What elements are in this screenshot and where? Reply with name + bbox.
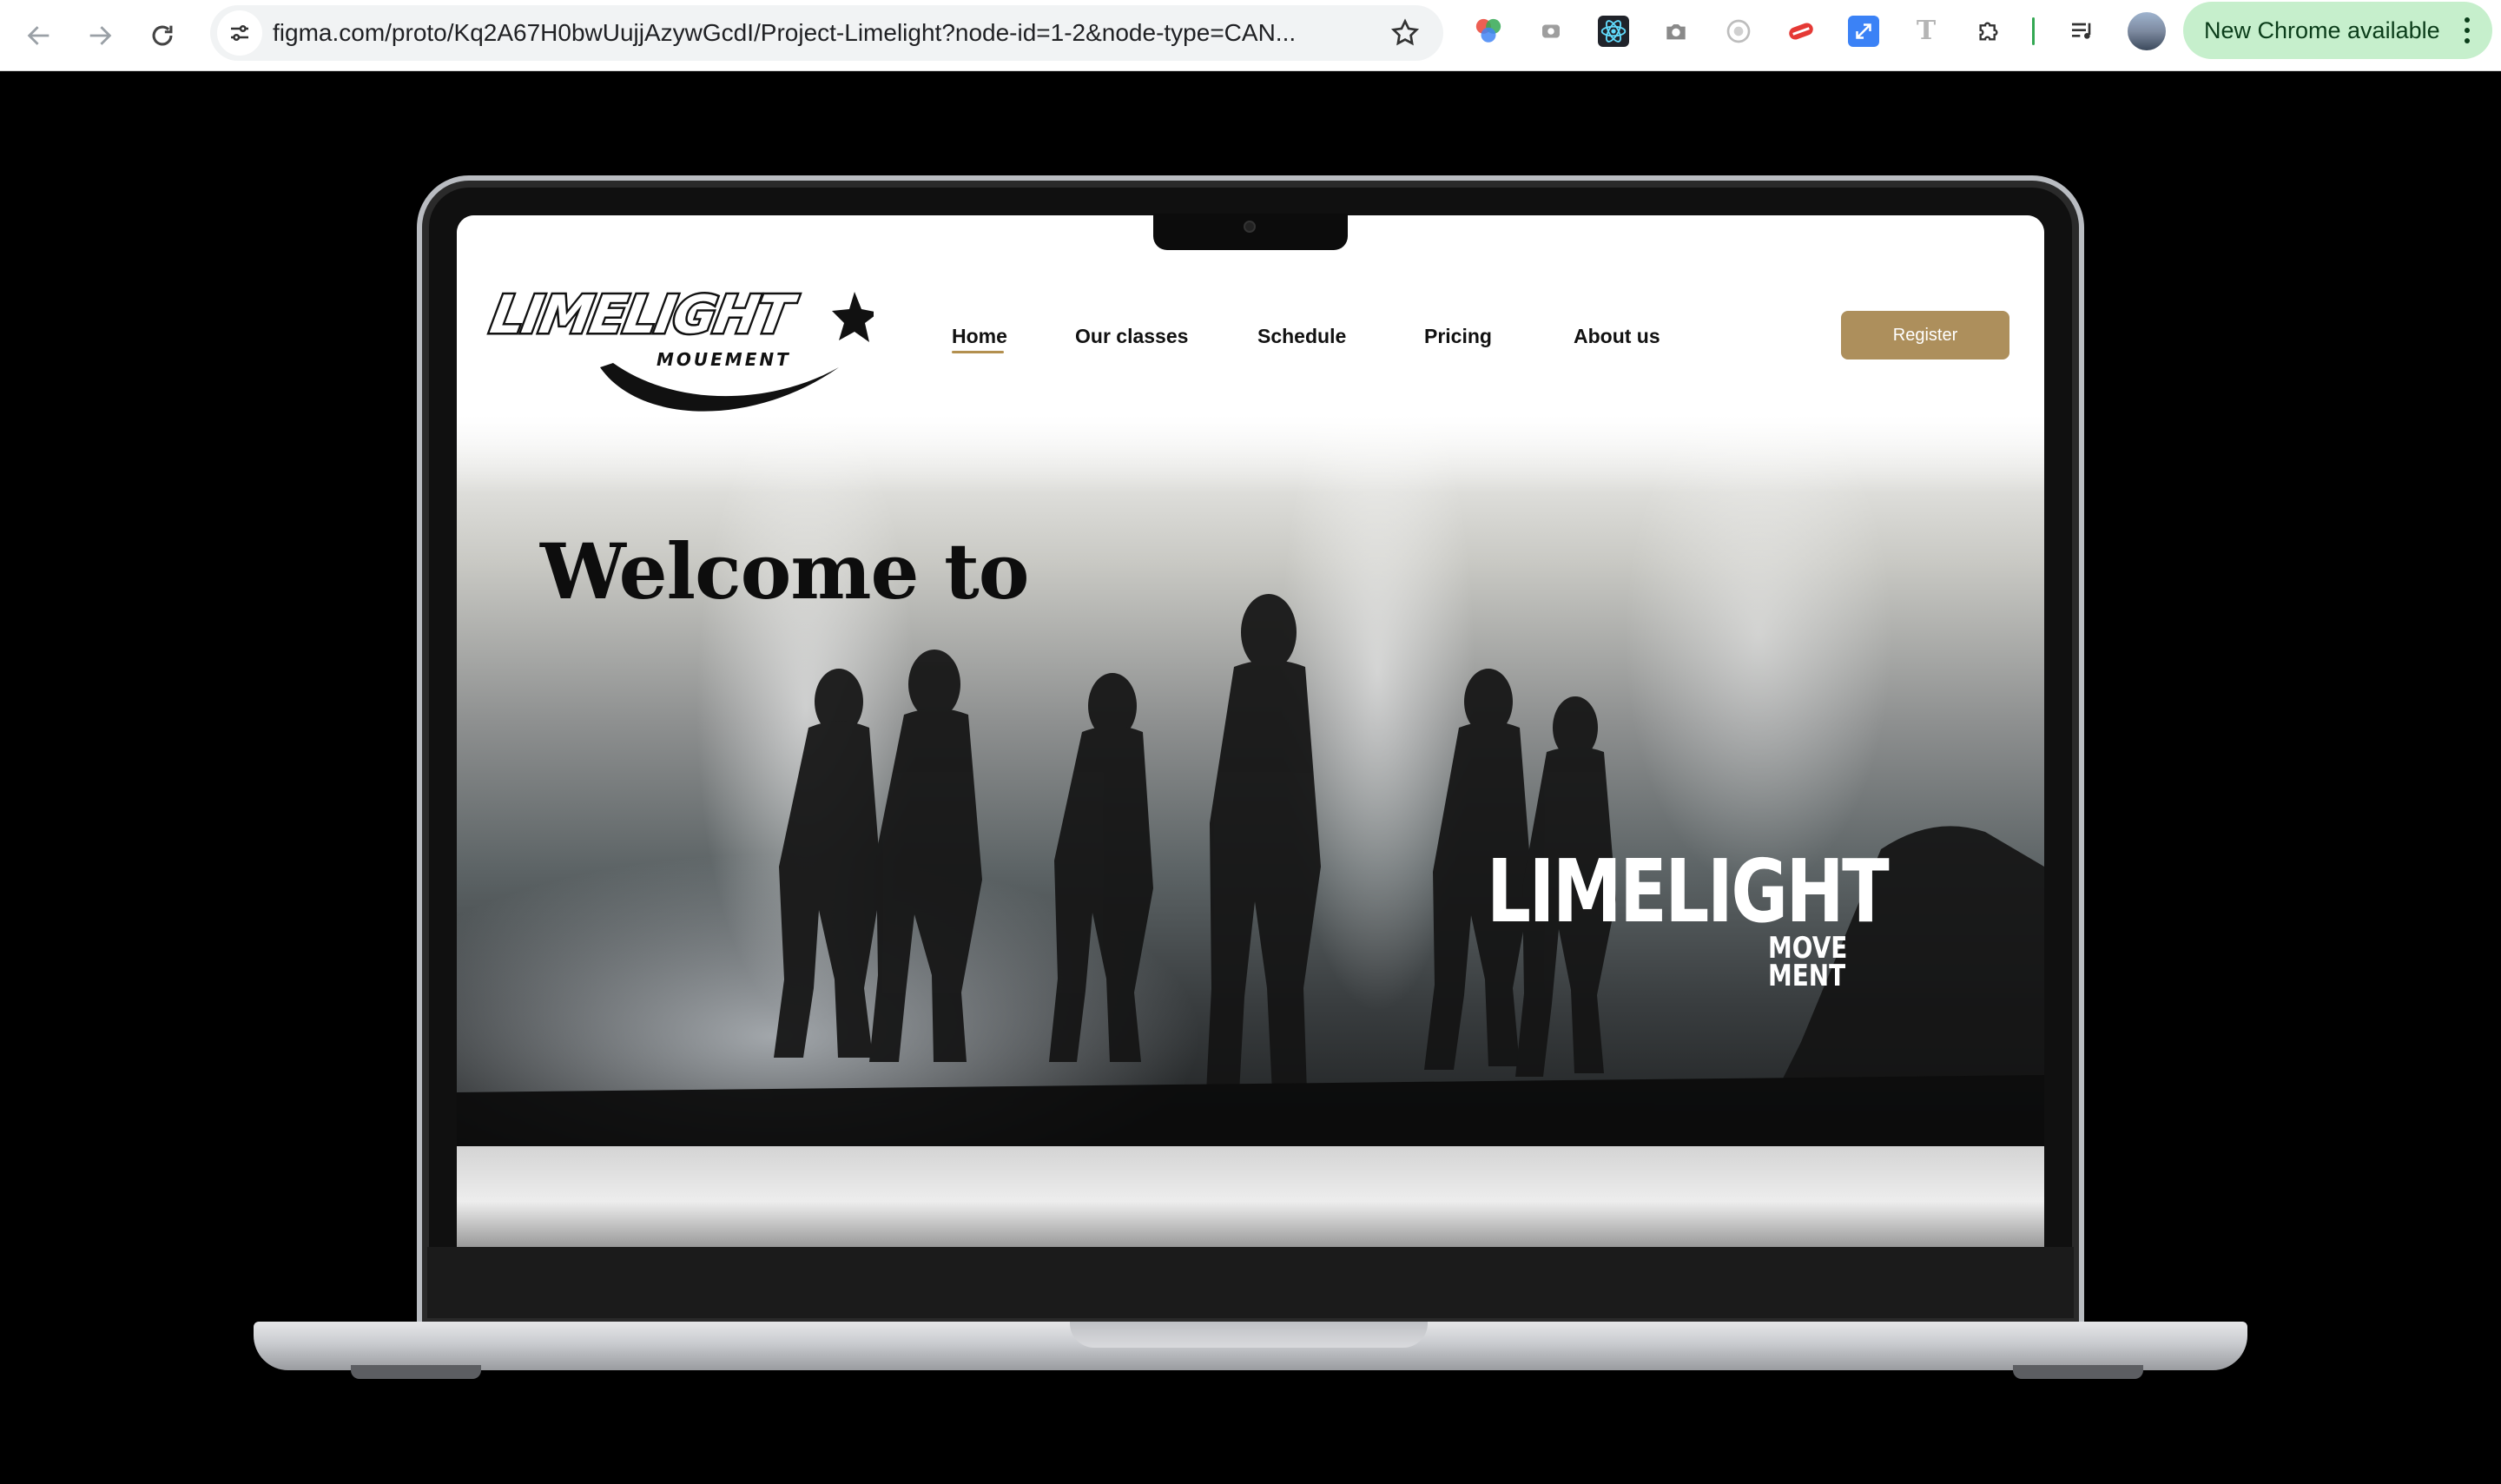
update-label: New Chrome available [2204, 17, 2440, 43]
webcam-icon [1244, 221, 1256, 233]
hero-heading: Welcome to [540, 526, 1029, 617]
toolbar-divider [2032, 17, 2035, 45]
logo-title: LIMELIGHT [484, 283, 798, 348]
dancers-silhouette-image [457, 594, 2044, 1146]
back-button[interactable] [16, 12, 63, 59]
new-chrome-update-button[interactable]: New Chrome available [2183, 2, 2492, 59]
hero-brand-title: LIMELIGHT [1487, 841, 1890, 942]
react-devtools-icon[interactable] [1598, 16, 1629, 47]
more-vert-icon [2465, 17, 2471, 43]
screen-record-icon[interactable] [1535, 16, 1567, 47]
nav-schedule[interactable]: Schedule [1257, 325, 1346, 348]
address-bar[interactable]: figma.com/proto/Kq2A67H0bwUujjAzywGcdI/P… [210, 5, 1443, 61]
forward-arrow-icon [89, 26, 112, 45]
laptop-foot-left [351, 1365, 481, 1379]
nav-our-classes[interactable]: Our classes [1075, 325, 1188, 348]
color-picker-icon[interactable] [1473, 16, 1504, 47]
circle-ext-icon[interactable] [1723, 16, 1754, 47]
nav-about-us[interactable]: About us [1574, 325, 1660, 348]
font-ext-icon[interactable]: T [1910, 16, 1942, 47]
hero-brand-sub-2: MENT [1768, 959, 1846, 993]
media-control-icon[interactable] [2067, 16, 2098, 47]
tune-icon [231, 25, 248, 42]
puzzle-icon[interactable] [1973, 16, 2004, 47]
nav-active-underline [952, 351, 1004, 353]
url-text[interactable]: figma.com/proto/Kq2A67H0bwUujjAzywGcdI/P… [273, 5, 1315, 61]
nav-pricing[interactable]: Pricing [1424, 325, 1492, 348]
hero-top-fade [457, 415, 2044, 493]
profile-avatar[interactable] [2128, 12, 2166, 50]
bookmark-star-icon[interactable] [1389, 17, 1421, 49]
reload-icon [152, 25, 173, 46]
browser-toolbar: figma.com/proto/Kq2A67H0bwUujjAzywGcdI/P… [0, 0, 2501, 71]
resize-ext-icon[interactable] [1848, 16, 1879, 47]
back-arrow-icon [27, 26, 49, 45]
laptop-bottom-bezel [427, 1247, 2074, 1318]
laptop-foot-right [2013, 1365, 2143, 1379]
laptop-opening-groove [1070, 1322, 1428, 1348]
laptop-screen: LIMELIGHT MOUEMENT Home Our classes Sche… [457, 215, 2044, 1247]
site-info-button[interactable] [217, 10, 262, 56]
red-ext-icon[interactable] [1785, 16, 1817, 47]
reload-button[interactable] [139, 12, 186, 59]
camera-icon[interactable] [1660, 16, 1692, 47]
register-button[interactable]: Register [1841, 311, 2009, 359]
hero-banner: Welcome to LIMELIGHT MOVE MENT [457, 415, 2044, 1146]
laptop-notch [1153, 214, 1348, 250]
logo-subtitle: MOUEMENT [657, 349, 791, 370]
nav-home[interactable]: Home [952, 325, 1007, 348]
next-section-strip [457, 1146, 2044, 1247]
forward-button[interactable] [76, 12, 123, 59]
